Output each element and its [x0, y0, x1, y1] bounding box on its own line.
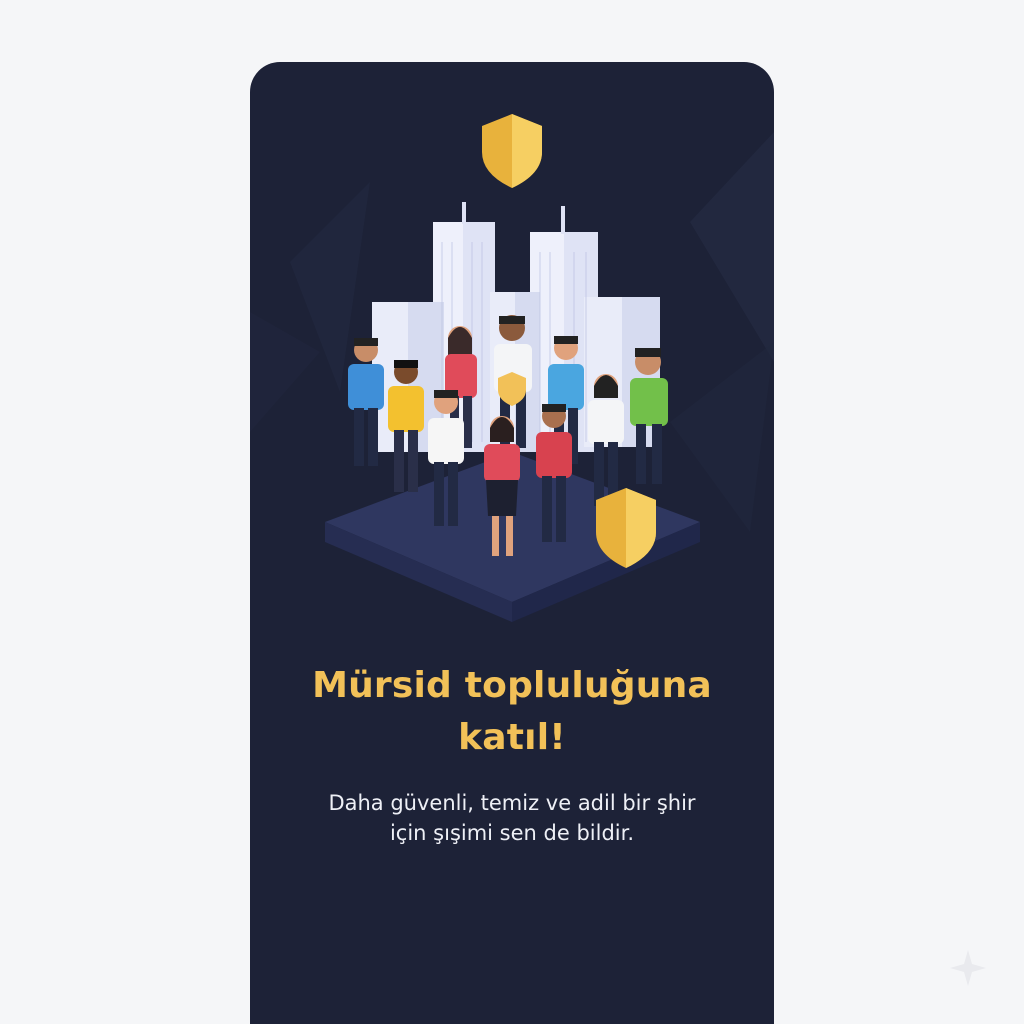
- onboarding-card: Mürsid topluluğuna katıl! Daha güvenli, …: [250, 62, 774, 1024]
- headline: Mürsid topluluğuna katıl!: [250, 660, 774, 764]
- community-illustration: [325, 114, 700, 622]
- headline-line-1: Mürsid topluluğuna: [312, 665, 712, 706]
- subtitle: Daha güvenli, temiz ve adil bir şhir içi…: [250, 788, 774, 848]
- sparkle-icon: [950, 950, 986, 986]
- subtitle-line-1: Daha güvenli, temiz ve adil bir şhir: [328, 791, 696, 815]
- headline-line-2: katıl!: [458, 717, 566, 758]
- shield-icon: [482, 114, 542, 188]
- subtitle-line-2: için şışimi sen de bildir.: [389, 821, 635, 845]
